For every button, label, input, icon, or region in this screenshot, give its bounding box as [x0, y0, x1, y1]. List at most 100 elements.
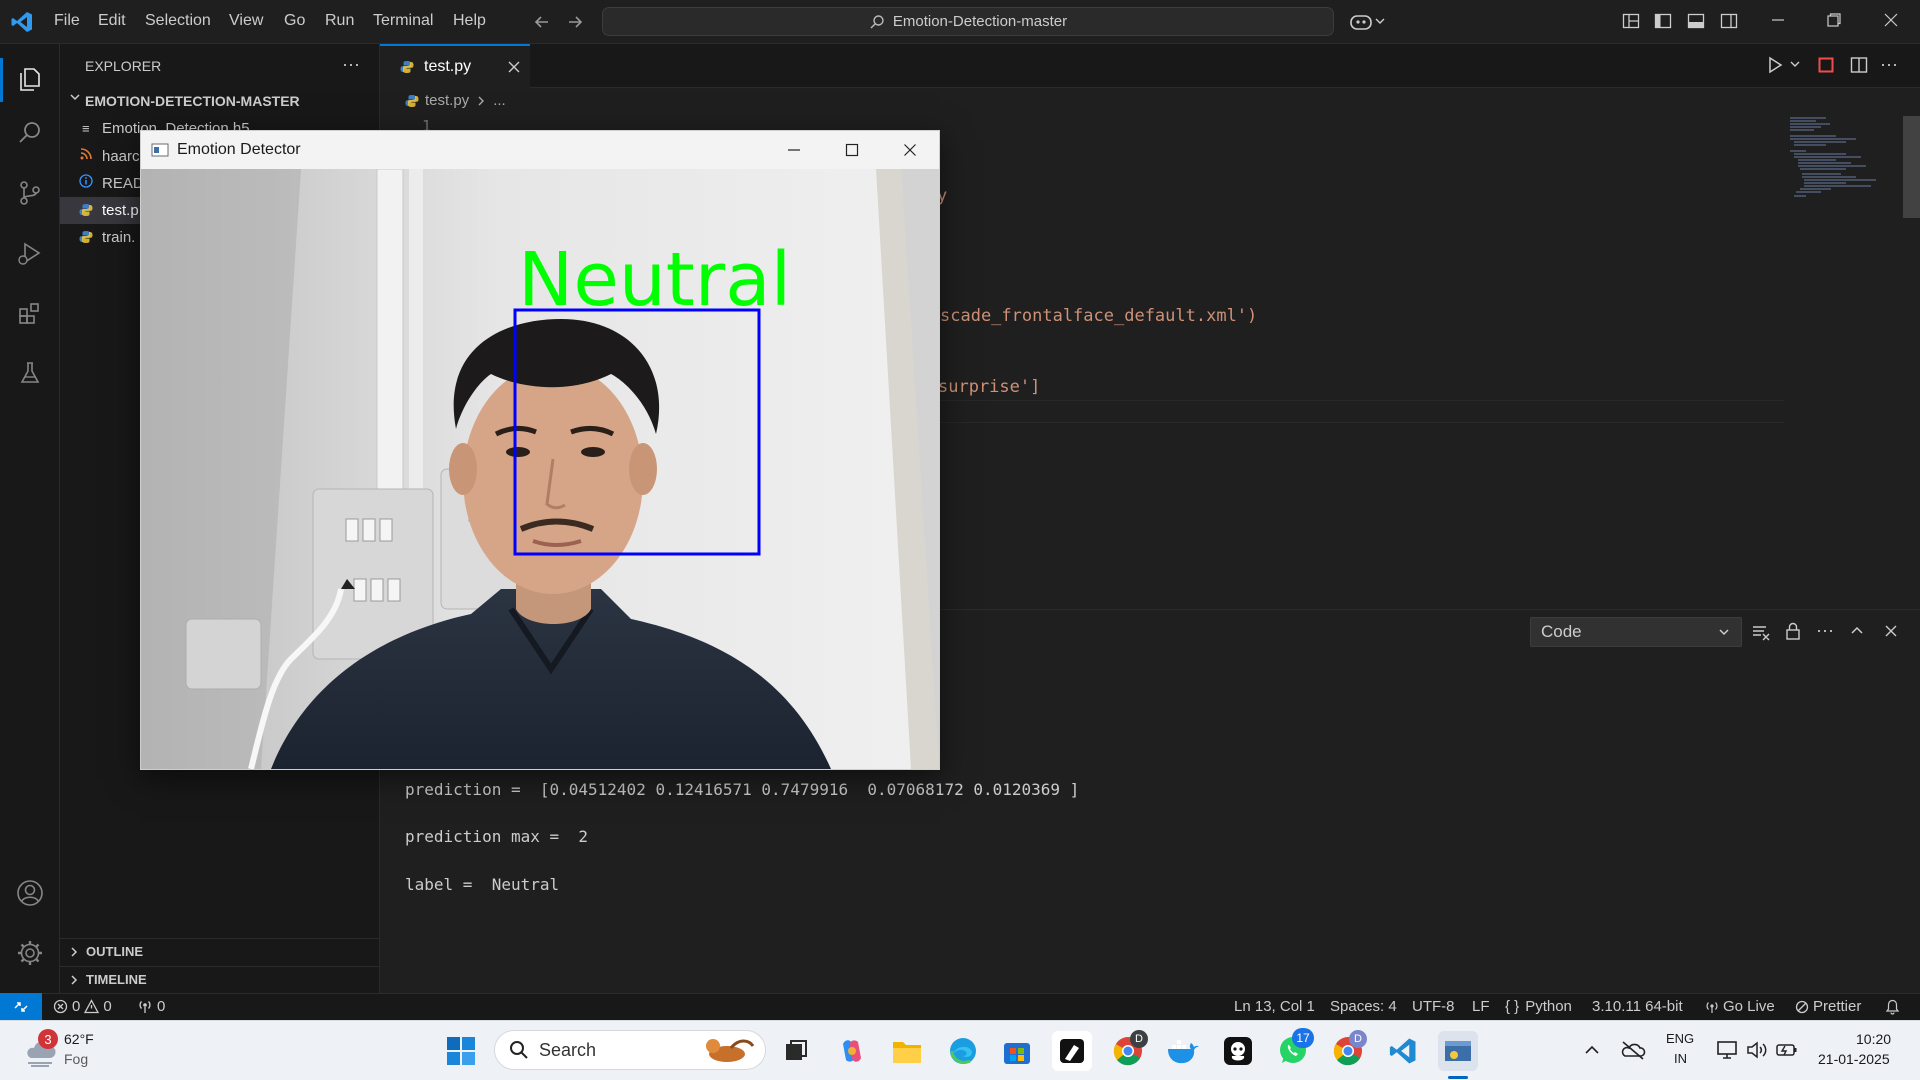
menu-go[interactable]: Go [284, 12, 305, 30]
run-dropdown-icon[interactable] [1789, 58, 1801, 70]
minimize-icon[interactable] [1770, 12, 1786, 28]
microsoft-store-icon[interactable] [997, 1031, 1037, 1071]
toggle-panel-icon[interactable] [1687, 12, 1705, 30]
cursor-position[interactable]: Ln 13, Col 1 [1234, 998, 1315, 1015]
panel-more-icon[interactable]: ··· [1816, 620, 1834, 641]
current-line-highlight [940, 400, 1784, 423]
settings-gear-icon[interactable] [12, 935, 48, 971]
clock-date[interactable]: 21-01-2025 [1818, 1051, 1890, 1067]
clear-output-icon[interactable] [1752, 623, 1770, 641]
file-explorer-icon[interactable] [887, 1031, 927, 1071]
search-icon[interactable] [12, 115, 48, 151]
emotion-detector-window[interactable]: Emotion Detector Neutral [140, 130, 940, 770]
extensions-icon[interactable] [12, 295, 48, 331]
toggle-secondary-sidebar-icon[interactable] [1720, 12, 1738, 30]
back-arrow-icon[interactable] [532, 12, 552, 32]
breadcrumb-symbol[interactable]: ... [493, 92, 506, 109]
braces-icon: { } [1505, 998, 1520, 1015]
ports-indicator[interactable]: 0 [137, 998, 165, 1015]
explorer-files-icon[interactable] [12, 61, 48, 97]
chevron-down-icon[interactable] [68, 90, 82, 104]
customize-layout-icon[interactable] [1622, 12, 1640, 30]
breadcrumb-file[interactable]: test.py [425, 92, 469, 109]
encoding[interactable]: UTF-8 [1412, 998, 1455, 1015]
language-bottom[interactable]: IN [1674, 1051, 1687, 1066]
docker-icon[interactable] [1163, 1031, 1203, 1071]
end-of-line[interactable]: LF [1472, 998, 1490, 1015]
onedrive-offline-icon[interactable] [1620, 1039, 1646, 1061]
window-maximize-icon[interactable] [844, 142, 860, 158]
emotion-detector-titlebar[interactable]: Emotion Detector [141, 131, 939, 169]
windows-start-icon[interactable] [441, 1031, 481, 1071]
restore-icon[interactable] [1826, 12, 1842, 28]
language-mode[interactable]: { } Python [1505, 998, 1572, 1015]
chevron-right-icon [478, 96, 485, 105]
remote-icon [14, 1001, 28, 1012]
broadcast-icon [1706, 1001, 1718, 1013]
menu-terminal[interactable]: Terminal [373, 12, 433, 30]
run-debug-icon[interactable] [12, 235, 48, 271]
menu-help[interactable]: Help [453, 12, 486, 30]
task-view-icon[interactable] [776, 1031, 816, 1071]
file-item-haarcascade[interactable]: haarc [102, 148, 140, 165]
window-close-icon[interactable] [902, 142, 918, 158]
run-python-icon[interactable] [1764, 54, 1786, 76]
remote-window-button[interactable] [0, 993, 42, 1020]
go-live-button[interactable]: Go Live [1705, 998, 1775, 1015]
file-item-readme[interactable]: READ [102, 175, 144, 192]
maximize-panel-icon[interactable] [1849, 623, 1865, 639]
command-center-search[interactable]: Emotion-Detection-master [602, 7, 1334, 36]
show-hidden-icons-chevron-icon[interactable] [1584, 1043, 1600, 1057]
testing-flask-icon[interactable] [12, 355, 48, 391]
stop-icon[interactable] [1818, 57, 1834, 73]
menu-edit[interactable]: Edit [98, 12, 126, 30]
scrollbar-thumb[interactable] [1903, 116, 1920, 218]
indentation[interactable]: Spaces: 4 [1330, 998, 1397, 1015]
pen-app-icon[interactable] [1052, 1031, 1092, 1071]
battery-icon[interactable] [1775, 1041, 1799, 1059]
file-item-train[interactable]: train. [102, 229, 135, 246]
toggle-sidebar-icon[interactable] [1654, 12, 1672, 30]
forward-arrow-icon[interactable] [565, 12, 585, 32]
copilot-icon[interactable] [1349, 10, 1387, 32]
account-icon[interactable] [12, 875, 48, 911]
menu-file[interactable]: File [54, 12, 80, 30]
command-center-label: Emotion-Detection-master [892, 13, 1068, 30]
problems-indicator[interactable]: 0 0 [53, 998, 112, 1015]
menu-view[interactable]: View [229, 12, 263, 30]
tab-test-py[interactable]: test.py [380, 44, 530, 88]
minimap[interactable] [1786, 116, 1896, 226]
menu-selection[interactable]: Selection [145, 12, 211, 30]
editor-more-icon[interactable]: ··· [1880, 54, 1898, 75]
github-icon[interactable] [1218, 1031, 1258, 1071]
edge-browser-icon[interactable] [943, 1031, 983, 1071]
outline-section[interactable]: OUTLINE [60, 938, 380, 964]
folder-root[interactable]: EMOTION-DETECTION-MASTER [85, 93, 300, 109]
volume-icon[interactable] [1746, 1040, 1768, 1060]
file-item-test[interactable]: test.p [102, 202, 139, 219]
python-interpreter[interactable]: 3.10.11 64-bit [1592, 998, 1683, 1015]
vscode-app-icon[interactable] [1383, 1031, 1423, 1071]
no-entry-icon [1795, 1000, 1809, 1013]
copilot-app-icon[interactable] [832, 1031, 872, 1071]
split-editor-icon[interactable] [1850, 56, 1868, 74]
close-panel-icon[interactable] [1883, 623, 1899, 639]
python-window-app-icon[interactable] [1438, 1031, 1478, 1071]
close-icon[interactable] [1883, 12, 1899, 28]
warning-count: 0 [103, 998, 112, 1015]
close-tab-icon[interactable] [507, 60, 521, 74]
clock-time[interactable]: 10:20 [1856, 1031, 1891, 1047]
menu-run[interactable]: Run [325, 12, 354, 30]
language-top[interactable]: ENG [1666, 1031, 1694, 1046]
go-live-label: Go Live [1723, 998, 1775, 1015]
prettier-status[interactable]: Prettier [1795, 998, 1861, 1015]
window-minimize-icon[interactable] [786, 142, 802, 158]
taskbar-search-box[interactable]: Search [494, 1030, 766, 1070]
notification-bell-icon[interactable] [1885, 999, 1900, 1015]
network-icon[interactable] [1716, 1040, 1738, 1060]
lock-icon[interactable] [1785, 622, 1801, 640]
more-actions-icon[interactable]: ··· [342, 55, 360, 73]
output-channel-select[interactable]: Code [1530, 617, 1742, 647]
timeline-section[interactable]: TIMELINE [60, 966, 380, 992]
source-control-icon[interactable] [12, 175, 48, 211]
